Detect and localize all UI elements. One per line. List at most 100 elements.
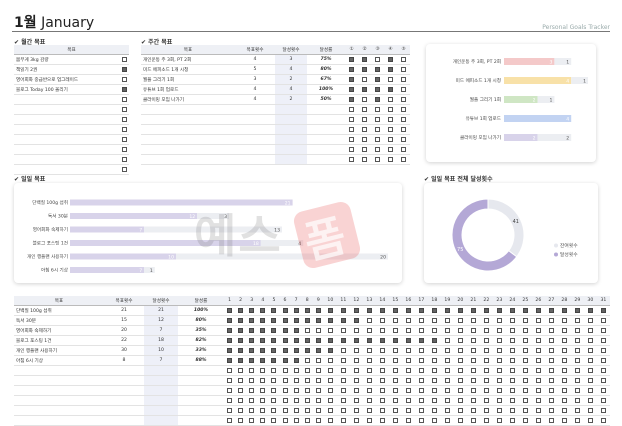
monthly-checkbox[interactable]: [122, 146, 128, 152]
daily-checkbox[interactable]: [353, 367, 359, 373]
daily-checkbox[interactable]: [227, 367, 233, 373]
daily-checkbox[interactable]: [327, 327, 333, 333]
daily-checkbox[interactable]: [535, 417, 541, 423]
daily-checkbox[interactable]: [327, 417, 333, 423]
daily-checkbox[interactable]: [600, 387, 606, 393]
daily-checkbox[interactable]: [522, 327, 528, 333]
daily-checkbox[interactable]: [271, 337, 277, 343]
daily-checkbox[interactable]: [392, 317, 398, 323]
daily-checkbox[interactable]: [470, 417, 476, 423]
daily-checkbox[interactable]: [392, 327, 398, 333]
daily-checkbox[interactable]: [340, 357, 346, 363]
weekly-checkbox[interactable]: [388, 66, 393, 72]
daily-checkbox[interactable]: [600, 377, 606, 383]
daily-checkbox[interactable]: [366, 337, 372, 343]
weekly-checkbox[interactable]: [401, 156, 406, 162]
daily-checkbox[interactable]: [260, 337, 266, 343]
daily-checkbox[interactable]: [509, 417, 515, 423]
daily-checkbox[interactable]: [379, 367, 385, 373]
daily-checkbox[interactable]: [353, 377, 359, 383]
weekly-checkbox[interactable]: [349, 126, 354, 132]
weekly-checkbox[interactable]: [362, 106, 367, 112]
daily-checkbox[interactable]: [483, 407, 489, 413]
daily-checkbox[interactable]: [238, 397, 244, 403]
daily-checkbox[interactable]: [431, 347, 437, 353]
daily-checkbox[interactable]: [548, 347, 554, 353]
daily-checkbox[interactable]: [522, 407, 528, 413]
weekly-checkbox[interactable]: [388, 136, 393, 142]
daily-checkbox[interactable]: [600, 337, 606, 343]
monthly-checkbox[interactable]: [122, 76, 128, 82]
daily-checkbox[interactable]: [238, 367, 244, 373]
weekly-checkbox[interactable]: [375, 66, 380, 72]
daily-checkbox[interactable]: [293, 317, 299, 323]
weekly-checkbox[interactable]: [401, 126, 406, 132]
daily-checkbox[interactable]: [457, 347, 463, 353]
weekly-checkbox[interactable]: [401, 56, 406, 62]
daily-checkbox[interactable]: [600, 307, 606, 313]
weekly-checkbox[interactable]: [362, 66, 367, 72]
daily-checkbox[interactable]: [249, 397, 255, 403]
daily-checkbox[interactable]: [260, 347, 266, 353]
daily-checkbox[interactable]: [483, 417, 489, 423]
daily-checkbox[interactable]: [561, 397, 567, 403]
daily-checkbox[interactable]: [260, 317, 266, 323]
daily-checkbox[interactable]: [379, 357, 385, 363]
daily-checkbox[interactable]: [340, 347, 346, 353]
daily-checkbox[interactable]: [249, 387, 255, 393]
daily-checkbox[interactable]: [249, 317, 255, 323]
daily-checkbox[interactable]: [271, 377, 277, 383]
monthly-checkbox[interactable]: [122, 156, 128, 162]
daily-checkbox[interactable]: [405, 317, 411, 323]
daily-checkbox[interactable]: [418, 367, 424, 373]
monthly-checkbox[interactable]: [122, 136, 128, 142]
daily-checkbox[interactable]: [327, 357, 333, 363]
daily-checkbox[interactable]: [574, 397, 580, 403]
daily-checkbox[interactable]: [379, 377, 385, 383]
daily-checkbox[interactable]: [444, 377, 450, 383]
weekly-checkbox[interactable]: [375, 96, 380, 102]
daily-checkbox[interactable]: [587, 397, 593, 403]
daily-checkbox[interactable]: [431, 317, 437, 323]
daily-checkbox[interactable]: [271, 387, 277, 393]
daily-checkbox[interactable]: [470, 367, 476, 373]
daily-checkbox[interactable]: [227, 397, 233, 403]
daily-checkbox[interactable]: [227, 407, 233, 413]
daily-checkbox[interactable]: [574, 307, 580, 313]
daily-checkbox[interactable]: [271, 317, 277, 323]
daily-checkbox[interactable]: [353, 357, 359, 363]
daily-checkbox[interactable]: [293, 407, 299, 413]
daily-checkbox[interactable]: [405, 387, 411, 393]
daily-checkbox[interactable]: [304, 387, 310, 393]
daily-checkbox[interactable]: [293, 337, 299, 343]
daily-checkbox[interactable]: [249, 407, 255, 413]
daily-checkbox[interactable]: [366, 327, 372, 333]
daily-checkbox[interactable]: [587, 387, 593, 393]
weekly-checkbox[interactable]: [401, 146, 406, 152]
daily-checkbox[interactable]: [587, 347, 593, 353]
weekly-checkbox[interactable]: [349, 86, 354, 92]
daily-checkbox[interactable]: [405, 327, 411, 333]
daily-checkbox[interactable]: [548, 317, 554, 323]
daily-checkbox[interactable]: [260, 327, 266, 333]
daily-checkbox[interactable]: [483, 347, 489, 353]
daily-checkbox[interactable]: [227, 307, 233, 313]
daily-checkbox[interactable]: [304, 347, 310, 353]
daily-checkbox[interactable]: [509, 327, 515, 333]
daily-checkbox[interactable]: [431, 327, 437, 333]
monthly-checkbox[interactable]: [122, 126, 128, 132]
weekly-checkbox[interactable]: [362, 136, 367, 142]
daily-checkbox[interactable]: [227, 327, 233, 333]
daily-checkbox[interactable]: [457, 317, 463, 323]
daily-checkbox[interactable]: [260, 417, 266, 423]
daily-checkbox[interactable]: [574, 417, 580, 423]
daily-checkbox[interactable]: [340, 387, 346, 393]
daily-checkbox[interactable]: [260, 367, 266, 373]
daily-checkbox[interactable]: [522, 397, 528, 403]
daily-checkbox[interactable]: [600, 407, 606, 413]
daily-checkbox[interactable]: [496, 367, 502, 373]
daily-checkbox[interactable]: [535, 377, 541, 383]
daily-checkbox[interactable]: [522, 377, 528, 383]
daily-checkbox[interactable]: [574, 347, 580, 353]
daily-checkbox[interactable]: [444, 367, 450, 373]
